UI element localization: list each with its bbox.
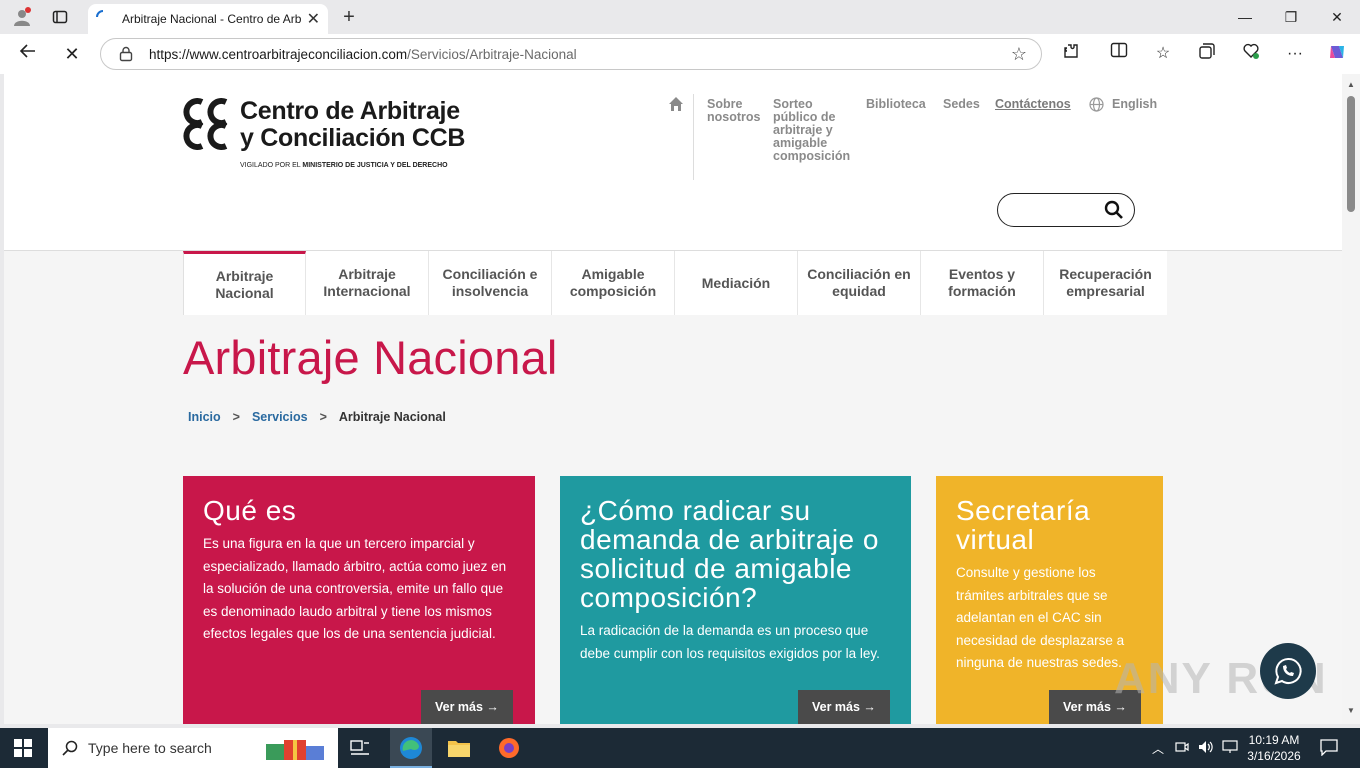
clock-time: 10:19 AM [1248, 733, 1300, 747]
tab-recuperacion-empresarial[interactable]: Recuperación empresarial [1044, 251, 1167, 315]
chevron-right-icon: > [232, 410, 240, 424]
chevron-right-icon: > [319, 410, 327, 424]
extensions-icon[interactable] [1058, 42, 1084, 66]
copilot-icon[interactable] [1324, 42, 1350, 66]
task-view-icon[interactable] [346, 734, 374, 762]
address-row: ✕ https://www.centroarbitrajeconciliacio… [0, 34, 1360, 74]
breadcrumb-section[interactable]: Servicios [252, 410, 308, 424]
meet-now-icon[interactable] [1175, 740, 1189, 757]
favorites-icon[interactable]: ☆ [1150, 42, 1176, 66]
nav-sedes[interactable]: Sedes [943, 98, 980, 111]
url-host: https://www.centroarbitrajeconciliacion.… [149, 47, 408, 62]
tab-conciliacion-insolvencia[interactable]: Conciliación e insolvencia [429, 251, 552, 315]
page-title: Arbitraje Nacional [183, 331, 558, 384]
site-search-input[interactable] [997, 193, 1135, 227]
windows-taskbar: Type here to search ︿ 10:19 AM 3/16/2026 [0, 728, 1360, 768]
tab-actions-icon[interactable] [48, 6, 72, 28]
nav-sorteo[interactable]: Sorteo público de arbitraje y amigable c… [773, 98, 855, 163]
ccb-logo-mark [183, 98, 228, 150]
taskbar-search-text: Type here to search [88, 740, 212, 756]
edge-browser-icon[interactable] [397, 734, 425, 762]
services-nav: Arbitraje Nacional Arbitraje Internacion… [183, 251, 1167, 315]
volume-icon[interactable] [1198, 740, 1214, 757]
profile-icon[interactable] [10, 6, 34, 28]
scroll-up-icon[interactable]: ▲ [1346, 80, 1356, 89]
search-icon [62, 740, 78, 756]
card-como-radicar: ¿Cómo radicar su demanda de arbitraje o … [560, 476, 911, 724]
tab-mediacion[interactable]: Mediación [675, 251, 798, 315]
breadcrumb-current: Arbitraje Nacional [338, 410, 446, 424]
tab-eventos-formacion[interactable]: Eventos y formación [921, 251, 1044, 315]
page-viewport: Centro de Arbitraje y Conciliación CCB V… [4, 74, 1342, 724]
scroll-down-icon[interactable]: ▼ [1346, 706, 1356, 715]
home-icon[interactable] [668, 96, 684, 115]
card-text: Es una figura en la que un tercero impar… [203, 536, 507, 641]
scroll-thumb[interactable] [1347, 96, 1355, 212]
tab-conciliacion-equidad[interactable]: Conciliación en equidad [798, 251, 921, 315]
favorite-star-icon[interactable]: ☆ [1011, 44, 1027, 65]
nav-english[interactable]: English [1112, 98, 1157, 111]
restore-button[interactable]: ❐ [1278, 6, 1304, 28]
logo-sub-prefix: VIGILADO POR EL [240, 162, 303, 169]
card-text: La radicación de la demanda es un proces… [580, 623, 880, 661]
logo-subtitle: VIGILADO POR EL MINISTERIO DE JUSTICIA Y… [240, 162, 448, 169]
nav-contactenos[interactable]: Contáctenos [995, 98, 1071, 111]
url-text[interactable]: https://www.centroarbitrajeconciliacion.… [149, 47, 577, 62]
address-bar[interactable]: https://www.centroarbitrajeconciliacion.… [100, 38, 1042, 70]
split-screen-icon[interactable] [1106, 42, 1132, 66]
site-logo[interactable]: Centro de Arbitraje y Conciliación CCB V… [182, 98, 482, 178]
tab-amigable-composicion[interactable]: Amigable composición [552, 251, 675, 315]
close-tab-icon[interactable]: ✕ [307, 9, 320, 29]
file-explorer-icon[interactable] [445, 734, 473, 762]
firefox-icon[interactable] [495, 734, 523, 762]
breadcrumb-home[interactable]: Inicio [188, 410, 221, 424]
windows-start-icon[interactable] [14, 739, 32, 757]
whatsapp-icon [1274, 657, 1302, 685]
clock-date: 3/16/2026 [1247, 749, 1301, 763]
card-title: Secretaría virtual [956, 495, 1091, 555]
new-tab-button[interactable]: + [338, 6, 360, 28]
stop-loading-button[interactable]: ✕ [58, 42, 86, 66]
notification-icon[interactable] [1320, 738, 1338, 759]
lock-icon[interactable] [119, 46, 135, 62]
page-scrollbar[interactable]: ▲ ▼ [1342, 74, 1360, 724]
taskbar-clock[interactable]: 10:19 AM 3/16/2026 [1244, 732, 1304, 764]
taskbar-search-box[interactable]: Type here to search [48, 728, 338, 768]
gifts-icon [262, 734, 328, 767]
tab-arbitraje-nacional[interactable]: Arbitraje Nacional [183, 251, 306, 315]
search-icon[interactable] [1104, 200, 1124, 220]
browser-tab-active[interactable]: Arbitraje Nacional - Centro de Arb ✕ [88, 4, 328, 34]
ver-mas-button[interactable]: Ver más → [421, 690, 513, 724]
nav-biblioteca[interactable]: Biblioteca [866, 98, 926, 111]
logo-sub-ministry: MINISTERIO DE JUSTICIA Y DEL DERECHO [302, 162, 448, 169]
nav-sobre-nosotros[interactable]: Sobre nosotros [707, 98, 763, 124]
back-button[interactable] [14, 42, 42, 66]
card-title: Qué es [203, 495, 297, 526]
logo-text: Centro de Arbitraje y Conciliación CCB [240, 97, 466, 152]
browser-essentials-icon[interactable] [1238, 42, 1264, 66]
logo-line-2: y Conciliación CCB [240, 124, 466, 152]
minimize-button[interactable]: — [1232, 6, 1258, 28]
card-title: ¿Cómo radicar su demanda de arbitraje o … [580, 495, 879, 613]
url-path: /Servicios/Arbitraje-Nacional [407, 47, 577, 62]
card-que-es: Qué es Es una figura en la que un tercer… [183, 476, 535, 724]
tab-title: Arbitraje Nacional - Centro de Arb [122, 12, 302, 26]
nav-divider [693, 94, 694, 180]
whatsapp-chat-button[interactable] [1260, 643, 1316, 699]
breadcrumb: Inicio > Servicios > Arbitraje Nacional [188, 410, 446, 424]
loading-icon [96, 9, 110, 29]
globe-icon [1089, 97, 1104, 115]
tab-arbitraje-internacional[interactable]: Arbitraje Internacional [306, 251, 429, 315]
ver-mas-button[interactable]: Ver más → [798, 690, 890, 724]
collections-icon[interactable] [1194, 42, 1220, 66]
tab-strip: Arbitraje Nacional - Centro de Arb ✕ + —… [0, 0, 1360, 34]
more-menu-icon[interactable]: ··· [1282, 42, 1308, 66]
browser-window: Arbitraje Nacional - Centro de Arb ✕ + —… [0, 0, 1360, 728]
close-window-button[interactable]: ✕ [1324, 6, 1350, 28]
logo-line-1: Centro de Arbitraje [240, 97, 460, 125]
network-icon[interactable] [1222, 740, 1238, 757]
tray-overflow-icon[interactable]: ︿ [1152, 740, 1164, 757]
